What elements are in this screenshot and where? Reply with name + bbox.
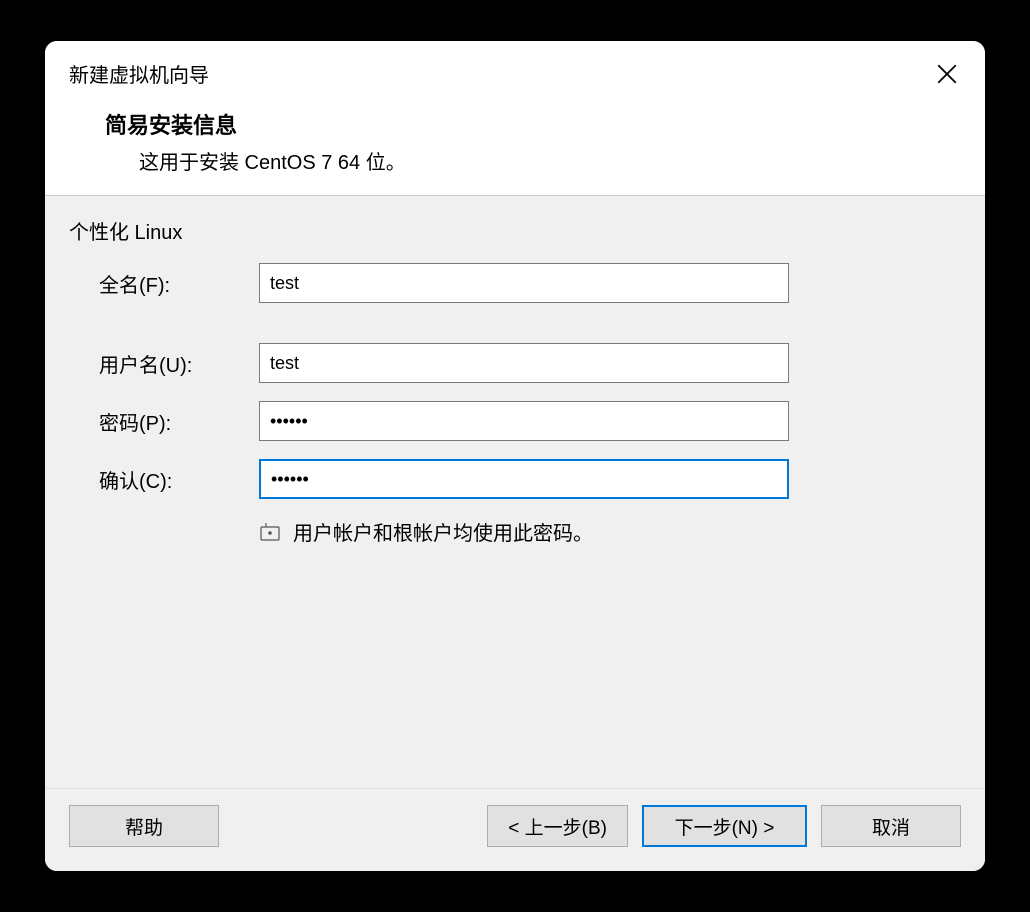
next-button[interactable]: 下一步(N) > bbox=[642, 805, 807, 847]
close-icon bbox=[937, 64, 957, 84]
new-vm-wizard-dialog: 新建虚拟机向导 简易安装信息 这用于安装 CentOS 7 64 位。 个性化 … bbox=[45, 41, 985, 871]
username-label: 用户名(U): bbox=[99, 349, 259, 378]
confirm-input[interactable] bbox=[259, 459, 789, 499]
fullname-input[interactable] bbox=[259, 263, 789, 303]
confirm-label: 确认(C): bbox=[99, 465, 259, 494]
dialog-title: 新建虚拟机向导 bbox=[69, 59, 209, 88]
fullname-row: 全名(F): bbox=[69, 263, 961, 303]
password-row: 密码(P): bbox=[69, 401, 961, 441]
info-text: 用户帐户和根帐户均使用此密码。 bbox=[293, 517, 593, 546]
fullname-label: 全名(F): bbox=[99, 269, 259, 298]
back-button[interactable]: < 上一步(B) bbox=[487, 805, 628, 847]
info-row: 用户帐户和根帐户均使用此密码。 bbox=[69, 517, 961, 546]
cancel-button[interactable]: 取消 bbox=[821, 805, 961, 847]
header-title: 简易安装信息 bbox=[105, 108, 961, 140]
help-button[interactable]: 帮助 bbox=[69, 805, 219, 847]
header-section: 简易安装信息 这用于安装 CentOS 7 64 位。 bbox=[45, 98, 985, 195]
spacer bbox=[233, 805, 473, 847]
confirm-row: 确认(C): bbox=[69, 459, 961, 499]
password-label: 密码(P): bbox=[99, 407, 259, 436]
password-input[interactable] bbox=[259, 401, 789, 441]
username-row: 用户名(U): bbox=[69, 343, 961, 383]
titlebar: 新建虚拟机向导 bbox=[45, 41, 985, 98]
content-area: 个性化 Linux 全名(F): 用户名(U): 密码(P): 确认(C): bbox=[45, 196, 985, 788]
close-button[interactable] bbox=[933, 60, 961, 88]
header-subtitle: 这用于安装 CentOS 7 64 位。 bbox=[105, 146, 961, 175]
username-input[interactable] bbox=[259, 343, 789, 383]
button-bar: 帮助 < 上一步(B) 下一步(N) > 取消 bbox=[45, 788, 985, 871]
info-icon bbox=[259, 521, 281, 543]
section-label: 个性化 Linux bbox=[69, 216, 961, 245]
